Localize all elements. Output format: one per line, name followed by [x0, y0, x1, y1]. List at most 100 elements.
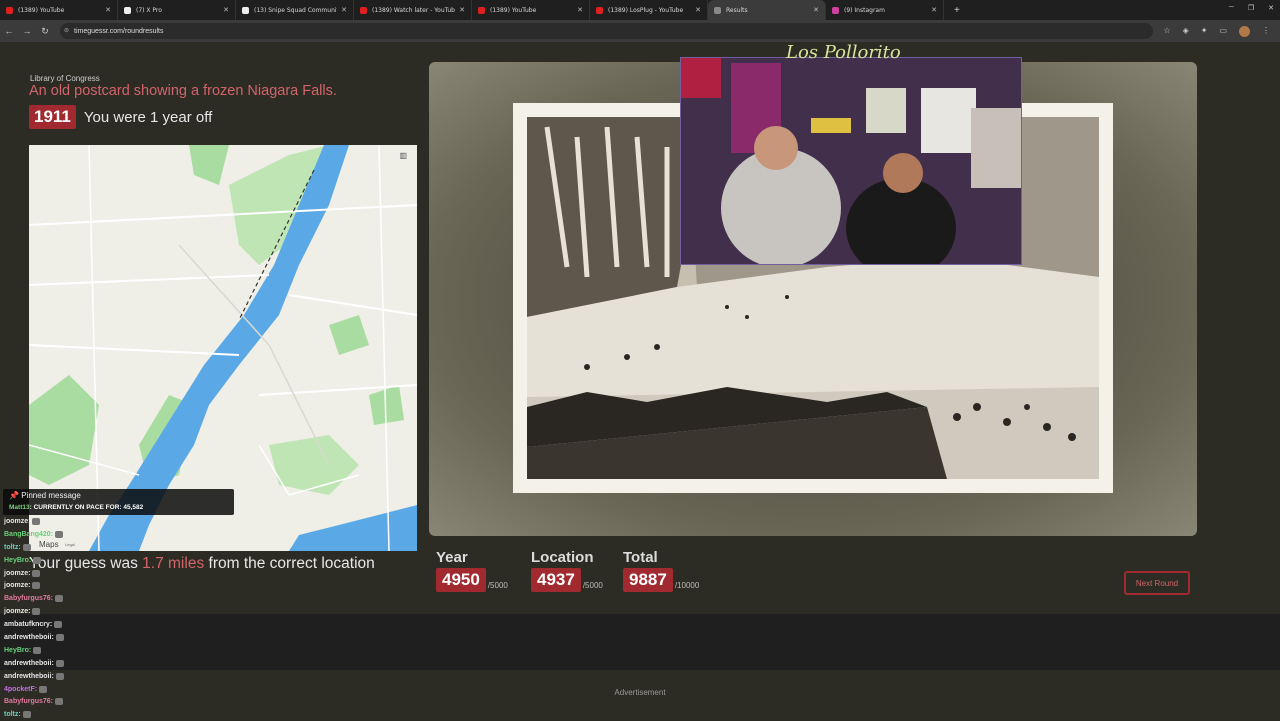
- location-score-value: 4937: [531, 568, 581, 592]
- tab-title: (1389) LosPlug - YouTube: [608, 6, 684, 14]
- tab-favicon-icon: [6, 6, 13, 14]
- tab-favicon-icon: [242, 6, 249, 14]
- webcam-feed: [681, 58, 1021, 264]
- chat-emote-icon: [55, 595, 64, 603]
- puzzle-icon[interactable]: ✦: [1201, 26, 1208, 37]
- chat-line: joomze:: [4, 567, 244, 580]
- profile-avatar[interactable]: [1239, 25, 1250, 37]
- tab-close-icon[interactable]: ✕: [931, 6, 937, 14]
- pin-icon: 📌: [9, 491, 19, 500]
- total-score-label: Total: [623, 549, 658, 566]
- correct-year-badge: 1911: [29, 105, 76, 129]
- menu-kebab-icon[interactable]: ⋮: [1262, 26, 1270, 37]
- chat-line: ambatufkncry:: [4, 618, 244, 631]
- tab-title: (7) X Pro: [136, 6, 162, 14]
- year-score: Year 4950 /5000: [436, 549, 508, 592]
- pinned-chat-message: 📌 Pinned message Matt13: CURRENTLY ON PA…: [3, 489, 234, 515]
- chat-emote-icon: [55, 530, 64, 538]
- tab-favicon-icon: [124, 6, 131, 14]
- tab-title: (13) Snipe Squad Community /: [254, 6, 337, 14]
- toolbar-icons: ☆ ◈ ✦ ▭ ⋮: [1153, 25, 1280, 37]
- chat-emote-icon: [55, 672, 64, 680]
- chat-line: HeyBro:: [4, 644, 244, 657]
- pinned-user: Matt13: [9, 504, 30, 511]
- tab-favicon-icon: [478, 6, 485, 14]
- browser-tab[interactable]: (13) Snipe Squad Community / ✕: [236, 0, 354, 20]
- tab-close-icon[interactable]: ✕: [459, 6, 465, 14]
- chat-username: toltz:: [4, 711, 21, 719]
- pinned-text: Matt13: CURRENTLY ON PACE FOR: 45,582: [9, 504, 144, 511]
- chat-emote-icon: [32, 608, 41, 616]
- forward-icon[interactable]: →: [18, 26, 36, 36]
- tab-close-icon[interactable]: ✕: [813, 6, 819, 14]
- tab-favicon-icon: [832, 6, 839, 14]
- stream-signature-logo: Los Pollorito: [786, 42, 901, 63]
- chat-username: andrewtheboii:: [4, 672, 54, 680]
- extension-icon[interactable]: ◈: [1183, 26, 1189, 37]
- chat-emote-icon: [39, 685, 48, 693]
- year-score-max: /5000: [487, 581, 508, 590]
- chat-username: andrewtheboii:: [4, 659, 54, 667]
- tab-close-icon[interactable]: ✕: [577, 6, 583, 14]
- chat-emote-icon: [55, 659, 64, 667]
- browser-tab[interactable]: (1389) Watch later - YouTube ✕: [354, 0, 472, 20]
- browser-tab[interactable]: Results ✕: [708, 0, 826, 20]
- browser-tab[interactable]: (7) X Pro ✕: [118, 0, 236, 20]
- window-controls: ─ ❐ ✕: [1229, 4, 1274, 12]
- browser-tab[interactable]: (1389) YouTube ✕: [0, 0, 118, 20]
- close-window-icon[interactable]: ✕: [1268, 4, 1274, 12]
- chat-emote-icon: [55, 633, 64, 641]
- year-off-text: You were 1 year off: [83, 108, 213, 126]
- chat-line: BangBang420:: [4, 528, 244, 541]
- chat-emote-icon: [33, 646, 42, 654]
- browser-tab[interactable]: (9) Instagram ✕: [826, 0, 944, 20]
- chat-overlay: joomze: BangBang420: toltz: HeyBro: joomze: j…: [4, 515, 244, 721]
- tab-close-icon[interactable]: ✕: [695, 6, 701, 14]
- image-source: Library of Congress: [30, 74, 100, 83]
- restore-icon[interactable]: ❐: [1248, 4, 1254, 12]
- year-result: 1911 You were 1 year off: [29, 105, 212, 129]
- url-field[interactable]: ⊜ timeguessr.com/roundresults: [60, 23, 1154, 39]
- tab-title: (1389) YouTube: [18, 6, 65, 14]
- location-score-label: Location: [531, 549, 594, 566]
- chat-username: HeyBro:: [4, 556, 32, 564]
- browser-tab[interactable]: (1389) YouTube ✕: [472, 0, 590, 20]
- minimize-icon[interactable]: ─: [1229, 4, 1234, 12]
- tab-close-icon[interactable]: ✕: [223, 6, 229, 14]
- site-info-icon[interactable]: ⊜: [64, 27, 69, 34]
- tab-title: (9) Instagram: [844, 6, 885, 14]
- sidebar-icon[interactable]: ▭: [1219, 26, 1227, 37]
- new-tab-icon[interactable]: +: [954, 5, 960, 16]
- chat-emote-icon: [33, 556, 42, 564]
- chat-username: joomze:: [4, 517, 31, 525]
- year-score-value: 4950: [436, 568, 486, 592]
- bookmark-star-icon[interactable]: ☆: [1163, 26, 1170, 37]
- chat-emote-icon: [32, 569, 41, 577]
- chat-emote-icon: [22, 543, 31, 551]
- chat-line: 4pocketF:: [4, 683, 244, 696]
- chat-line: andrewtheboii:: [4, 670, 244, 683]
- browser-tab[interactable]: (1389) LosPlug - YouTube ✕: [590, 0, 708, 20]
- total-score-value: 9887: [623, 568, 673, 592]
- chat-emote-icon: [55, 698, 64, 706]
- total-score-max: /10000: [674, 581, 700, 590]
- reload-icon[interactable]: ↻: [36, 26, 54, 37]
- chat-username: joomze:: [4, 569, 31, 577]
- chat-username: BangBang420:: [4, 530, 54, 538]
- pinned-title: 📌 Pinned message: [9, 491, 81, 500]
- chat-username: andrewtheboii:: [4, 633, 54, 641]
- chat-username: joomze:: [4, 582, 31, 590]
- tab-close-icon[interactable]: ✕: [105, 6, 111, 14]
- map-layers-icon[interactable]: ▥: [399, 151, 407, 160]
- url-text: timeguessr.com/roundresults: [74, 27, 164, 35]
- next-round-button[interactable]: Next Round: [1124, 571, 1190, 595]
- tab-close-icon[interactable]: ✕: [341, 6, 347, 14]
- tab-title: Results: [726, 6, 748, 14]
- chat-username: Babyfurgus76:: [4, 698, 54, 706]
- chat-line: joomze:: [4, 579, 244, 592]
- chat-emote-icon: [22, 711, 31, 719]
- chat-line: Babyfurgus76:: [4, 592, 244, 605]
- chat-username: 4pocketF:: [4, 685, 38, 693]
- back-icon[interactable]: ←: [0, 26, 18, 36]
- chat-line: andrewtheboii:: [4, 631, 244, 644]
